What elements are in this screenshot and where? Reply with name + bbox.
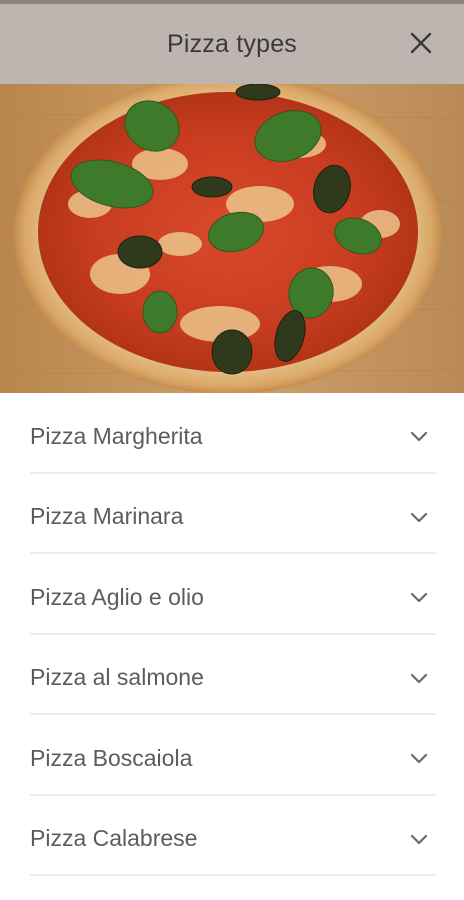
list-item-label: Pizza Aglio e olio (30, 583, 204, 610)
chevron-down-icon[interactable] (410, 592, 428, 603)
chevron-down-icon[interactable] (410, 753, 428, 764)
list-item-label: Pizza al salmone (30, 664, 204, 691)
app-header: Pizza types (0, 4, 464, 84)
list-item[interactable]: Pizza Marinara (30, 474, 436, 554)
list-item[interactable]: Pizza Aglio e olio (30, 554, 436, 635)
list-item-label: Pizza Margherita (30, 422, 203, 449)
chevron-down-icon[interactable] (410, 512, 428, 523)
pizza-list: Pizza Margherita Pizza Marinara Pizza Ag… (0, 393, 464, 876)
list-item[interactable]: Pizza Margherita (30, 393, 436, 474)
list-item-label: Pizza Boscaiola (30, 744, 193, 771)
chevron-down-icon[interactable] (410, 673, 428, 684)
list-item-label: Pizza Marinara (30, 503, 184, 530)
close-icon[interactable] (408, 30, 434, 56)
page-title: Pizza types (166, 29, 298, 58)
list-item-label: Pizza Calabrese (30, 825, 198, 852)
list-item[interactable]: Pizza al salmone (30, 635, 436, 715)
list-item[interactable]: Pizza Boscaiola (30, 715, 436, 796)
chevron-down-icon[interactable] (410, 834, 428, 845)
list-item[interactable]: Pizza Calabrese (30, 796, 436, 876)
pizza-hero-image (0, 84, 464, 393)
chevron-down-icon[interactable] (410, 431, 428, 442)
